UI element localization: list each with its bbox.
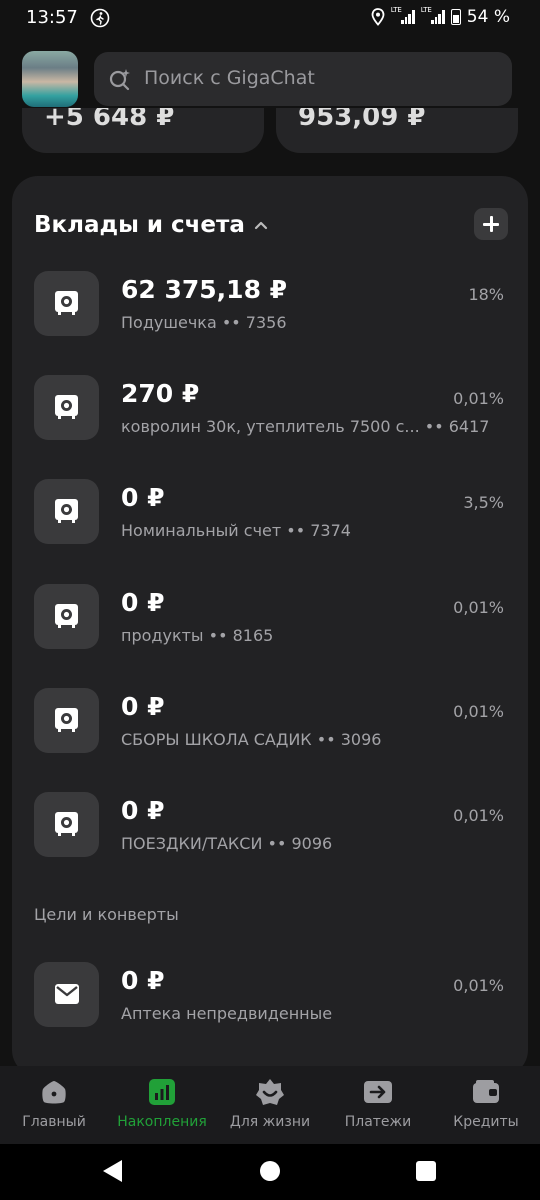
- gigachat-search-icon: [109, 69, 130, 91]
- wallet-icon: [473, 1080, 499, 1103]
- summary-amount: 953,09 ₽: [298, 108, 426, 132]
- account-amount: 0 ₽: [121, 588, 165, 617]
- signal-icon: LTE: [391, 6, 415, 24]
- nav-label: Накопления: [117, 1114, 207, 1130]
- account-rate: 18%: [468, 285, 504, 304]
- battery-icon: [450, 9, 461, 25]
- nav-item-credits[interactable]: Кредиты: [432, 1066, 540, 1144]
- safe-icon: [34, 271, 99, 336]
- account-item[interactable]: 270 ₽ ковролин 30к, утеплитель 7500 с...…: [32, 375, 508, 445]
- section-title[interactable]: Вклады и счета: [34, 212, 245, 238]
- account-item[interactable]: 0 ₽ СБОРЫ ШКОЛА САДИК •• 3096 0,01%: [32, 688, 508, 758]
- goal-name: Аптека непредвиденные: [121, 1004, 333, 1023]
- nav-item-payments[interactable]: Платежи: [324, 1066, 432, 1144]
- envelope-icon: [34, 962, 99, 1027]
- account-name: СБОРЫ ШКОЛА САДИК •• 3096: [121, 730, 382, 749]
- safe-icon: [34, 792, 99, 857]
- account-name: ковролин 30к, утеплитель 7500 с... •• 64…: [121, 417, 490, 436]
- system-nav-bar: [0, 1144, 540, 1200]
- nav-label: Для жизни: [229, 1114, 311, 1130]
- account-amount: 62 375,18 ₽: [121, 275, 288, 304]
- arrow-right-icon: [364, 1081, 392, 1103]
- summary-card-balance[interactable]: 953,09 ₽: [276, 108, 518, 153]
- add-account-button[interactable]: [474, 208, 508, 240]
- goal-amount: 0 ₽: [121, 966, 165, 995]
- account-rate: 3,5%: [463, 493, 504, 512]
- account-item[interactable]: 0 ₽ Номинальный счет •• 7374 3,5%: [32, 479, 508, 549]
- summary-amount: +5 648 ₽: [44, 108, 175, 132]
- goal-rate: 0,01%: [453, 976, 504, 995]
- account-amount: 0 ₽: [121, 483, 165, 512]
- chevron-up-icon[interactable]: [254, 220, 268, 230]
- home-icon: [42, 1081, 66, 1104]
- account-name: Номинальный счет •• 7374: [121, 521, 351, 540]
- account-rate: 0,01%: [453, 598, 504, 617]
- goal-item[interactable]: 0 ₽ Аптека непредвиденные 0,01%: [32, 962, 508, 1032]
- walking-icon: [90, 8, 110, 28]
- smile-icon: [256, 1079, 284, 1105]
- recent-apps-icon[interactable]: [416, 1161, 436, 1181]
- account-amount: 270 ₽: [121, 379, 200, 408]
- nav-item-life[interactable]: Для жизни: [216, 1066, 324, 1144]
- account-rate: 0,01%: [453, 389, 504, 408]
- deposits-card: Вклады и счета 62 375,18 ₽ Подушечка •• …: [12, 176, 528, 1076]
- battery-level: 54 %: [466, 7, 510, 27]
- account-item[interactable]: 62 375,18 ₽ Подушечка •• 7356 18%: [32, 271, 508, 341]
- bottom-nav: Главный Накопления Для жизни Платежи Кре…: [0, 1066, 540, 1144]
- chart-icon: [149, 1079, 175, 1105]
- status-bar: 13:57 LTE LTE 54 %: [0, 0, 540, 36]
- nav-item-savings[interactable]: Накопления: [108, 1066, 216, 1144]
- nav-label: Главный: [22, 1114, 86, 1130]
- signal-icon-2: LTE: [421, 6, 445, 24]
- goals-section-title: Цели и конверты: [34, 905, 179, 924]
- account-name: продукты •• 8165: [121, 626, 274, 645]
- safe-icon: [34, 375, 99, 440]
- status-time: 13:57: [26, 7, 78, 28]
- account-rate: 0,01%: [453, 702, 504, 721]
- account-amount: 0 ₽: [121, 692, 165, 721]
- location-icon: [371, 8, 385, 26]
- safe-icon: [34, 584, 99, 649]
- status-indicators: LTE LTE 54 %: [371, 6, 510, 27]
- account-rate: 0,01%: [453, 806, 504, 825]
- nav-label: Кредиты: [453, 1114, 519, 1130]
- search-placeholder: Поиск с GigaChat: [144, 67, 315, 89]
- back-icon[interactable]: [103, 1160, 122, 1182]
- summary-card-income[interactable]: +5 648 ₽: [22, 108, 264, 153]
- account-item[interactable]: 0 ₽ продукты •• 8165 0,01%: [32, 584, 508, 654]
- nav-item-home[interactable]: Главный: [0, 1066, 108, 1144]
- home-button-icon[interactable]: [260, 1161, 280, 1181]
- avatar[interactable]: [22, 51, 78, 107]
- account-name: ПОЕЗДКИ/ТАКСИ •• 9096: [121, 834, 333, 853]
- safe-icon: [34, 688, 99, 753]
- account-name: Подушечка •• 7356: [121, 313, 287, 332]
- search-input[interactable]: Поиск с GigaChat: [94, 52, 512, 106]
- account-amount: 0 ₽: [121, 796, 165, 825]
- safe-icon: [34, 479, 99, 544]
- account-item[interactable]: 0 ₽ ПОЕЗДКИ/ТАКСИ •• 9096 0,01%: [32, 792, 508, 862]
- nav-label: Платежи: [344, 1114, 412, 1130]
